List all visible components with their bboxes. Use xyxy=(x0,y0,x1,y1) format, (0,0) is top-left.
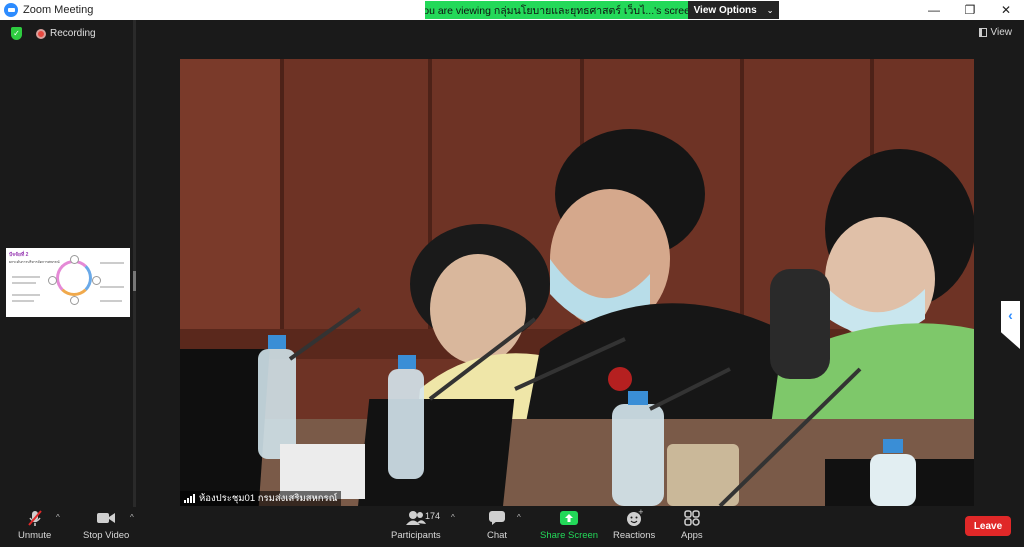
video-name-tag: ห้องประชุม01 กรมส่งเสริมสหกรณ์ xyxy=(180,491,342,506)
chat-label: Chat xyxy=(487,530,508,541)
share-banner-text: You are viewing กลุ่มนโยบายและยุทธศาสตร์… xyxy=(425,1,688,19)
mic-muted-icon xyxy=(26,509,44,527)
participants-icon xyxy=(405,509,427,527)
unmute-button[interactable]: Unmute xyxy=(18,509,51,541)
splitter-handle[interactable] xyxy=(133,271,136,291)
view-label: View xyxy=(990,27,1013,38)
thumbnail-node xyxy=(92,276,101,285)
leave-button[interactable]: Leave xyxy=(965,516,1011,536)
close-button[interactable]: ✕ xyxy=(988,0,1024,20)
audio-options-caret[interactable]: ^ xyxy=(56,513,60,522)
thumbnail-title: ปัจจัยที่ 2 xyxy=(9,252,29,258)
meeting-status-bar: ✓ Recording View xyxy=(0,20,1024,48)
record-icon xyxy=(36,29,46,39)
screen-share-banner: You are viewing กลุ่มนโยบายและยุทธศาสตร์… xyxy=(425,1,779,19)
meeting-toolbar: Unmute ^ Stop Video ^ Participants 174 ^… xyxy=(0,507,1024,547)
participant-name: ห้องประชุม01 กรมส่งเสริมสหกรณ์ xyxy=(199,493,338,504)
collapse-panel-tab[interactable]: ‹ xyxy=(1001,301,1020,349)
thumbnail-node xyxy=(48,276,57,285)
view-layout-icon xyxy=(978,28,987,37)
stop-video-button[interactable]: Stop Video xyxy=(83,509,129,541)
minimize-button[interactable]: — xyxy=(916,0,952,20)
recording-label[interactable]: Recording xyxy=(50,28,96,39)
thumbnail-diagram xyxy=(56,260,92,296)
participants-options-caret[interactable]: ^ xyxy=(451,513,455,522)
window-controls: — ❐ ✕ xyxy=(916,0,1024,20)
apps-label: Apps xyxy=(681,530,703,541)
thumbnail-text-line xyxy=(100,262,124,264)
apps-icon xyxy=(683,509,701,527)
chat-options-caret[interactable]: ^ xyxy=(517,513,521,522)
thumbnail-node xyxy=(70,296,79,305)
view-button[interactable]: View xyxy=(978,27,1013,38)
panel-splitter[interactable] xyxy=(133,20,136,507)
unmute-label: Unmute xyxy=(18,530,52,541)
reactions-button[interactable]: + Reactions xyxy=(613,509,655,541)
thumbnail-text-line xyxy=(12,300,34,302)
thumbnail-text-line xyxy=(12,294,40,296)
share-screen-button[interactable]: Share Screen xyxy=(540,509,598,541)
view-options-label: View Options xyxy=(693,4,757,16)
maximize-button[interactable]: ❐ xyxy=(952,0,988,20)
share-screen-icon xyxy=(560,509,579,527)
main-video-feed xyxy=(180,59,974,506)
video-options-caret[interactable]: ^ xyxy=(130,513,134,522)
signal-strength-icon xyxy=(184,494,195,503)
participant-thumbnail[interactable]: ปัจจัยที่ 2 ยกระดับการบริหารจัดการสหกรณ์ xyxy=(6,248,130,317)
apps-button[interactable]: Apps xyxy=(681,509,703,541)
window-title: Zoom Meeting xyxy=(23,4,94,16)
chat-bubble-icon xyxy=(488,509,506,527)
chevron-down-icon: ⌄ xyxy=(766,5,774,15)
emoji-icon: + xyxy=(625,509,643,527)
reactions-label: Reactions xyxy=(613,530,656,541)
thumbnail-text-line xyxy=(100,300,122,302)
zoom-window: Zoom Meeting — ❐ ✕ You are viewing กลุ่ม… xyxy=(0,0,1024,547)
thumbnail-text-line xyxy=(12,282,36,284)
thumbnail-text-line xyxy=(100,286,124,288)
video-scene xyxy=(180,59,974,506)
video-camera-icon xyxy=(96,509,116,527)
share-screen-label: Share Screen xyxy=(540,530,599,541)
thumbnail-text-line xyxy=(12,276,40,278)
stop-video-label: Stop Video xyxy=(83,530,130,541)
chevron-left-icon: ‹ xyxy=(1008,307,1013,323)
zoom-logo-icon xyxy=(4,3,18,17)
chat-button[interactable]: Chat xyxy=(487,509,507,541)
shield-icon[interactable]: ✓ xyxy=(11,27,22,40)
thumbnail-node xyxy=(70,255,79,264)
participants-label: Participants xyxy=(391,530,441,541)
participants-count: 174 xyxy=(425,511,441,521)
view-options-button[interactable]: View Options ⌄ xyxy=(688,1,779,19)
svg-text:+: + xyxy=(638,509,643,516)
